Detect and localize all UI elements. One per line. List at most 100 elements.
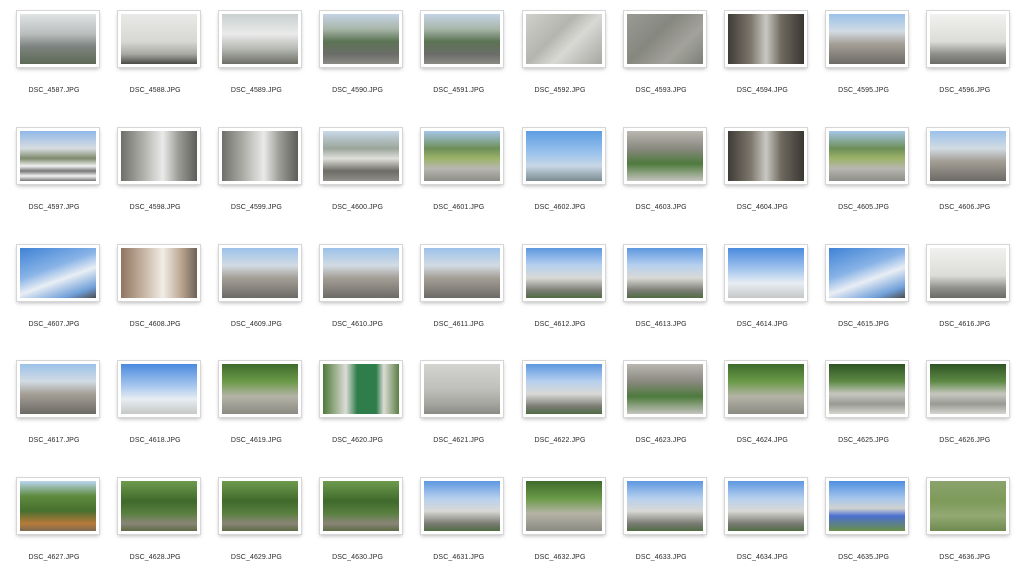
file-item[interactable]: DSC_4635.JPG [813, 470, 914, 580]
file-item[interactable]: DSC_4626.JPG [914, 353, 1015, 463]
file-item[interactable]: DSC_4598.JPG [105, 120, 206, 230]
file-name-label[interactable]: DSC_4617.JPG [4, 437, 105, 444]
file-name-label[interactable]: DSC_4596.JPG [914, 87, 1015, 94]
file-name-label[interactable]: DSC_4612.JPG [510, 321, 611, 328]
file-item[interactable]: DSC_4630.JPG [307, 470, 408, 580]
file-thumbnail[interactable] [826, 244, 909, 301]
file-item[interactable]: DSC_4629.JPG [206, 470, 307, 580]
file-name-label[interactable]: DSC_4623.JPG [611, 437, 712, 444]
file-thumbnail[interactable] [623, 361, 706, 418]
file-item[interactable]: DSC_4591.JPG [408, 3, 509, 113]
file-name-label[interactable]: DSC_4627.JPG [4, 554, 105, 561]
file-thumbnail[interactable] [117, 11, 200, 67]
file-name-label[interactable]: DSC_4622.JPG [510, 437, 611, 444]
file-name-label[interactable]: DSC_4614.JPG [712, 321, 813, 328]
file-thumbnail[interactable] [320, 478, 403, 535]
file-item[interactable]: DSC_4605.JPG [813, 120, 914, 230]
file-thumbnail[interactable] [218, 361, 301, 418]
file-item[interactable]: DSC_4601.JPG [408, 120, 509, 230]
file-item[interactable]: DSC_4616.JPG [914, 237, 1015, 347]
file-item[interactable]: DSC_4634.JPG [712, 470, 813, 580]
file-item[interactable]: DSC_4608.JPG [105, 237, 206, 347]
file-thumbnail[interactable] [16, 478, 99, 535]
file-thumbnail[interactable] [724, 127, 807, 184]
file-name-label[interactable]: DSC_4606.JPG [914, 204, 1015, 211]
file-thumbnail[interactable] [927, 361, 1010, 418]
file-thumbnail[interactable] [421, 11, 504, 67]
file-item[interactable]: DSC_4615.JPG [813, 237, 914, 347]
file-thumbnail[interactable] [117, 244, 200, 301]
file-name-label[interactable]: DSC_4604.JPG [712, 204, 813, 211]
file-name-label[interactable]: DSC_4598.JPG [105, 204, 206, 211]
file-thumbnail[interactable] [16, 244, 99, 301]
file-thumbnail[interactable] [218, 11, 301, 67]
file-name-label[interactable]: DSC_4631.JPG [408, 554, 509, 561]
file-item[interactable]: DSC_4606.JPG [914, 120, 1015, 230]
file-item[interactable]: DSC_4609.JPG [206, 237, 307, 347]
file-item[interactable]: DSC_4602.JPG [510, 120, 611, 230]
file-item[interactable]: DSC_4610.JPG [307, 237, 408, 347]
file-item[interactable]: DSC_4587.JPG [4, 3, 105, 113]
file-name-label[interactable]: DSC_4620.JPG [307, 437, 408, 444]
file-item[interactable]: DSC_4628.JPG [105, 470, 206, 580]
file-name-label[interactable]: DSC_4605.JPG [813, 204, 914, 211]
file-item[interactable]: DSC_4597.JPG [4, 120, 105, 230]
file-name-label[interactable]: DSC_4613.JPG [611, 321, 712, 328]
file-name-label[interactable]: DSC_4619.JPG [206, 437, 307, 444]
file-thumbnail[interactable] [724, 478, 807, 535]
file-item[interactable]: DSC_4625.JPG [813, 353, 914, 463]
file-item[interactable]: DSC_4593.JPG [611, 3, 712, 113]
file-thumbnail[interactable] [623, 478, 706, 535]
file-name-label[interactable]: DSC_4629.JPG [206, 554, 307, 561]
file-item[interactable]: DSC_4604.JPG [712, 120, 813, 230]
file-item[interactable]: DSC_4636.JPG [914, 470, 1015, 580]
file-thumbnail[interactable] [522, 478, 605, 535]
file-item[interactable]: DSC_4631.JPG [408, 470, 509, 580]
file-thumbnail[interactable] [826, 361, 909, 418]
file-name-label[interactable]: DSC_4632.JPG [510, 554, 611, 561]
file-thumbnail[interactable] [16, 361, 99, 418]
file-thumbnail[interactable] [421, 361, 504, 418]
file-item[interactable]: DSC_4622.JPG [510, 353, 611, 463]
file-thumbnail[interactable] [724, 244, 807, 301]
file-name-label[interactable]: DSC_4611.JPG [408, 321, 509, 328]
file-name-label[interactable]: DSC_4626.JPG [914, 437, 1015, 444]
file-item[interactable]: DSC_4594.JPG [712, 3, 813, 113]
file-name-label[interactable]: DSC_4621.JPG [408, 437, 509, 444]
file-item[interactable]: DSC_4595.JPG [813, 3, 914, 113]
file-name-label[interactable]: DSC_4625.JPG [813, 437, 914, 444]
file-thumbnail[interactable] [218, 244, 301, 301]
file-item[interactable]: DSC_4633.JPG [611, 470, 712, 580]
file-item[interactable]: DSC_4620.JPG [307, 353, 408, 463]
file-item[interactable]: DSC_4627.JPG [4, 470, 105, 580]
file-item[interactable]: DSC_4600.JPG [307, 120, 408, 230]
file-name-label[interactable]: DSC_4635.JPG [813, 554, 914, 561]
file-name-label[interactable]: DSC_4607.JPG [4, 321, 105, 328]
file-name-label[interactable]: DSC_4588.JPG [105, 87, 206, 94]
file-name-label[interactable]: DSC_4608.JPG [105, 321, 206, 328]
file-item[interactable]: DSC_4623.JPG [611, 353, 712, 463]
file-thumbnail[interactable] [522, 361, 605, 418]
file-name-label[interactable]: DSC_4591.JPG [408, 87, 509, 94]
file-name-label[interactable]: DSC_4601.JPG [408, 204, 509, 211]
file-thumbnail[interactable] [421, 478, 504, 535]
file-name-label[interactable]: DSC_4609.JPG [206, 321, 307, 328]
file-item[interactable]: DSC_4624.JPG [712, 353, 813, 463]
file-name-label[interactable]: DSC_4630.JPG [307, 554, 408, 561]
file-name-label[interactable]: DSC_4589.JPG [206, 87, 307, 94]
file-thumbnail[interactable] [927, 478, 1010, 535]
file-item[interactable]: DSC_4589.JPG [206, 3, 307, 113]
file-item[interactable]: DSC_4590.JPG [307, 3, 408, 113]
file-item[interactable]: DSC_4619.JPG [206, 353, 307, 463]
file-thumbnail[interactable] [218, 478, 301, 535]
file-name-label[interactable]: DSC_4595.JPG [813, 87, 914, 94]
file-name-label[interactable]: DSC_4634.JPG [712, 554, 813, 561]
file-name-label[interactable]: DSC_4587.JPG [4, 87, 105, 94]
file-name-label[interactable]: DSC_4610.JPG [307, 321, 408, 328]
file-name-label[interactable]: DSC_4599.JPG [206, 204, 307, 211]
file-thumbnail[interactable] [724, 11, 807, 67]
file-name-label[interactable]: DSC_4600.JPG [307, 204, 408, 211]
file-name-label[interactable]: DSC_4616.JPG [914, 321, 1015, 328]
file-thumbnail[interactable] [16, 127, 99, 184]
file-item[interactable]: DSC_4596.JPG [914, 3, 1015, 113]
